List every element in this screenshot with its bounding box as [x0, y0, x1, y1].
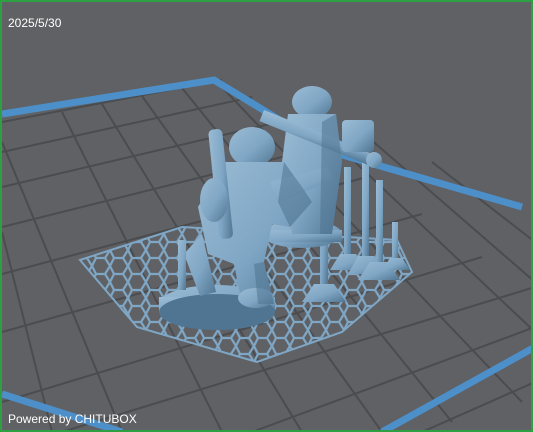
powered-by-label: Powered by CHITUBOX [8, 412, 137, 426]
date-label: 2025/5/30 [8, 16, 62, 30]
build-plate-scene[interactable] [2, 2, 533, 432]
viewport-3d[interactable]: 2025/5/30 Powered by CHITUBOX [0, 0, 533, 432]
